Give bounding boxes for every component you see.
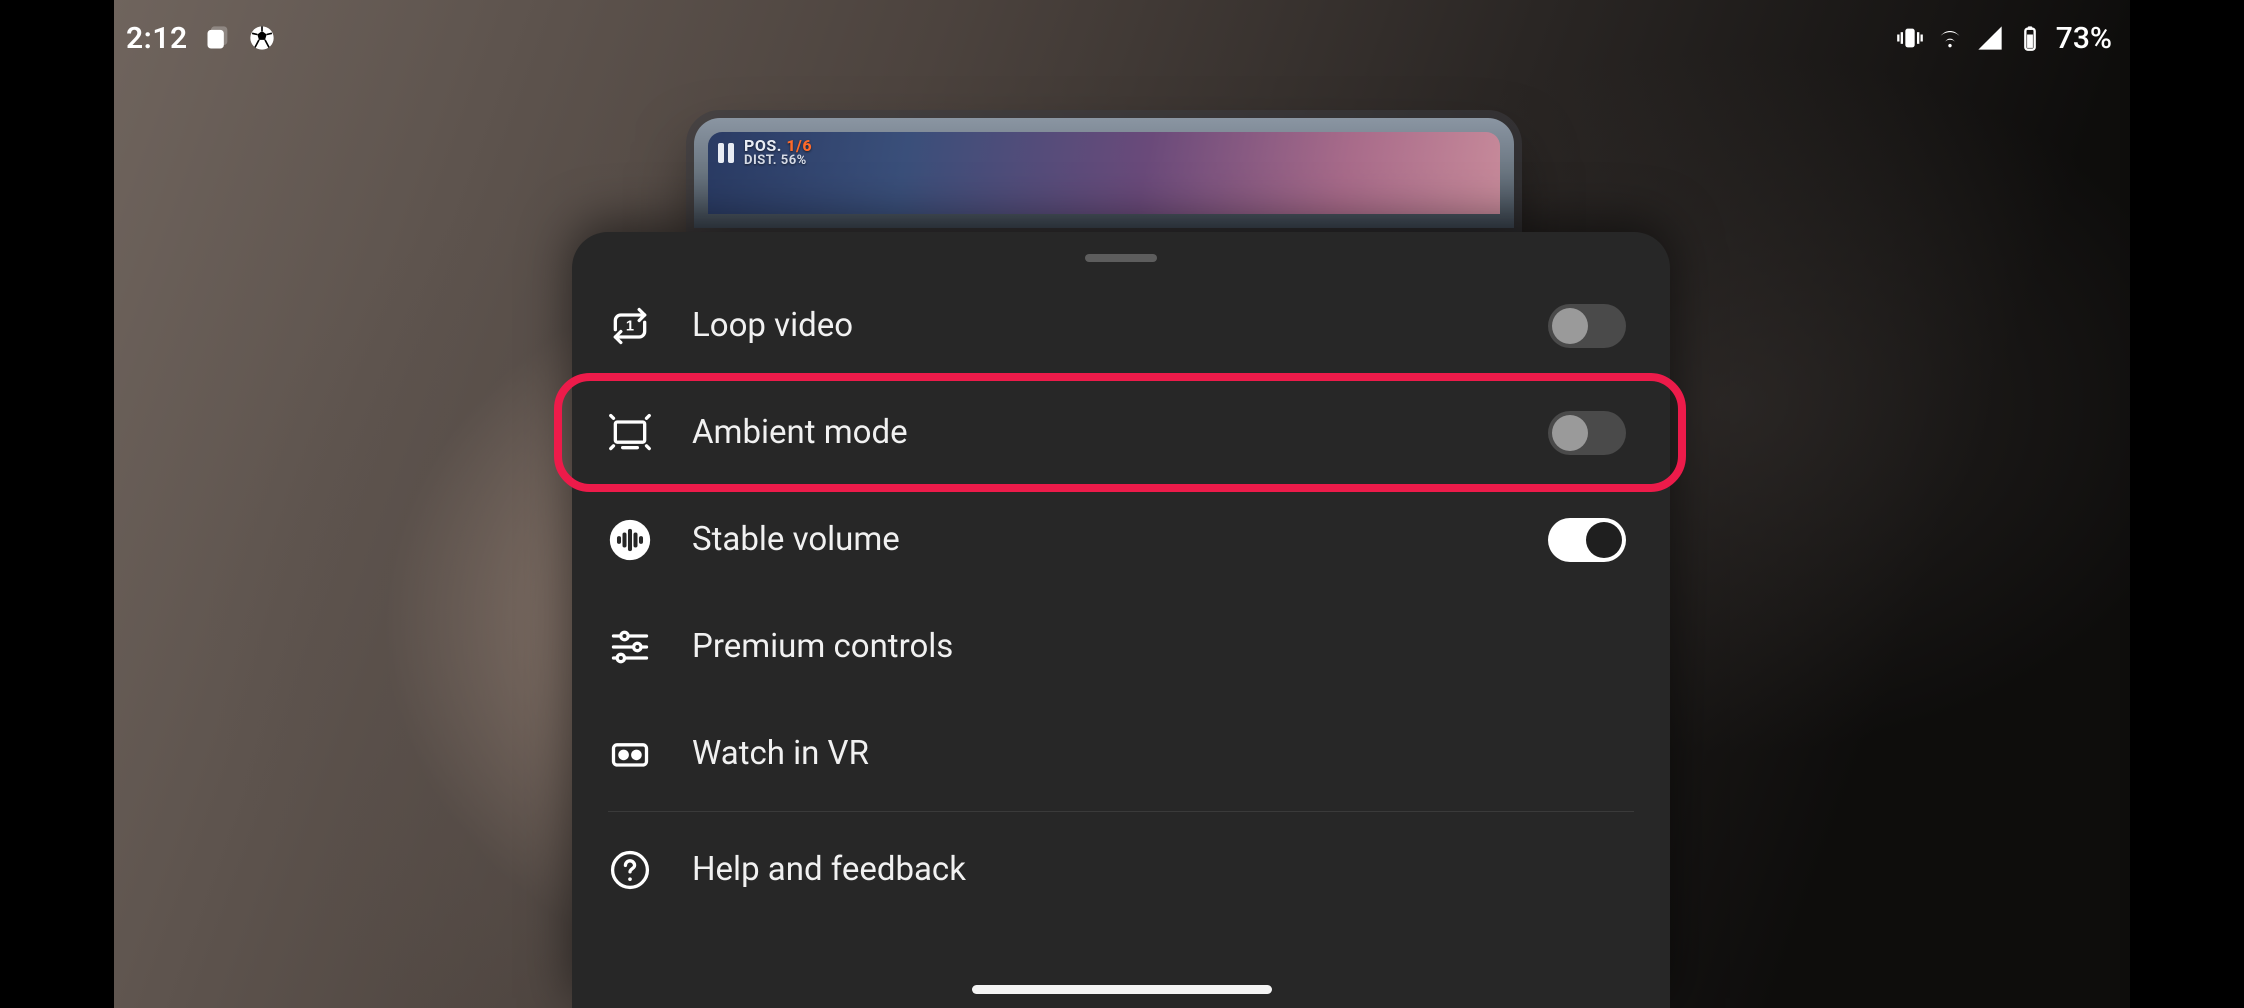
- loop-toggle[interactable]: [1548, 304, 1626, 348]
- video-game-hud: POS. 1/6 DIST. 56%: [718, 138, 812, 167]
- sheet-drag-handle[interactable]: [1085, 254, 1157, 262]
- ambient-toggle[interactable]: [1548, 411, 1626, 455]
- video-phone-screen: POS. 1/6 DIST. 56%: [708, 132, 1500, 214]
- menu-item-help-feedback[interactable]: Help and feedback: [572, 816, 1670, 923]
- video-phone-prop: POS. 1/6 DIST. 56%: [694, 118, 1514, 228]
- stable-volume-icon: [608, 518, 652, 562]
- menu-item-premium-controls[interactable]: Premium controls: [572, 593, 1670, 700]
- sliders-icon: [608, 625, 652, 669]
- menu-item-ambient-mode[interactable]: Ambient mode: [572, 379, 1670, 486]
- player-settings-sheet[interactable]: 1 Loop video Ambient mode: [572, 232, 1670, 1008]
- menu-item-loop-video[interactable]: 1 Loop video: [572, 272, 1670, 379]
- menu-divider: [608, 811, 1634, 812]
- menu-label: Loop video: [692, 306, 1508, 345]
- menu-label: Ambient mode: [692, 413, 1508, 452]
- vr-headset-icon: [608, 732, 652, 776]
- menu-label: Stable volume: [692, 520, 1508, 559]
- menu-item-watch-in-vr[interactable]: Watch in VR: [572, 700, 1670, 807]
- loop-icon: 1: [608, 304, 652, 348]
- help-icon: [608, 848, 652, 892]
- pause-icon: [718, 143, 734, 163]
- stable-volume-toggle[interactable]: [1548, 518, 1626, 562]
- letterbox-left: [0, 0, 114, 1008]
- gesture-nav-bar[interactable]: [972, 985, 1272, 994]
- menu-item-stable-volume[interactable]: Stable volume: [572, 486, 1670, 593]
- hud-dist-value: 56%: [781, 153, 807, 168]
- menu-label: Help and feedback: [692, 850, 1626, 889]
- menu-label: Watch in VR: [692, 734, 1626, 773]
- ambient-mode-icon: [608, 411, 652, 455]
- menu-label: Premium controls: [692, 627, 1626, 666]
- screenshot-root: POS. 1/6 DIST. 56% 2:12: [0, 0, 2244, 1008]
- letterbox-right: [2130, 0, 2244, 1008]
- svg-text:1: 1: [626, 318, 634, 334]
- hud-dist-label: DIST.: [744, 153, 777, 168]
